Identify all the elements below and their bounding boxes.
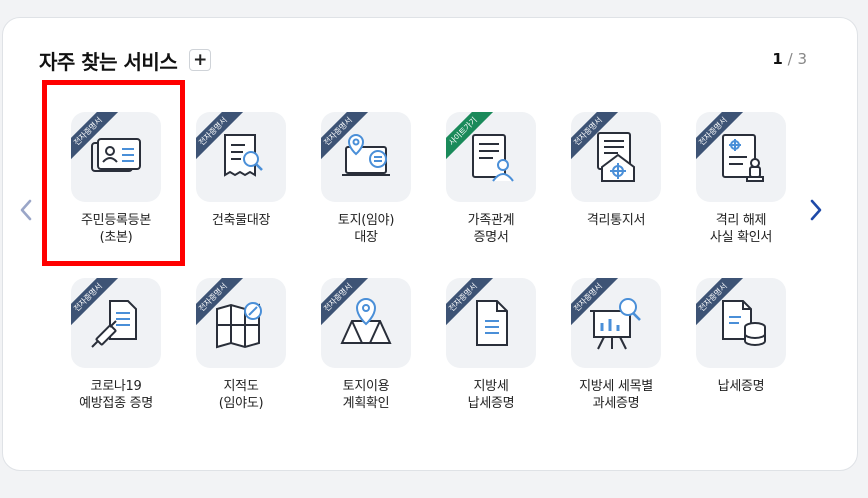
service-tile-local-tax[interactable]: 전자증명서 지방세 납세증명 (434, 278, 558, 458)
cadastral-map-icon (216, 302, 262, 349)
tile-icon-box: 전자증명서 (696, 112, 786, 202)
tile-label: 격리 해제 사실 확인서 (684, 212, 798, 246)
section-title: 자주 찾는 서비스 (39, 49, 178, 74)
tile-label-line2: 증명서 (473, 230, 509, 245)
tile-label: 토지(임야) 대장 (309, 212, 423, 246)
service-tile-quarantine-release[interactable]: 전자증명서 격리 해제 사실 확인서 (684, 112, 808, 292)
chevron-left-icon (20, 199, 32, 221)
tile-label-line2: (초본) (99, 230, 133, 245)
tile-label-line2: 납세증명 (467, 396, 515, 411)
service-tile-tax-by-item[interactable]: 전자증명서 지방세 세목별 과세증명 (559, 278, 683, 458)
service-tile-family-relation[interactable]: 사이트가기 가족관계 증명서 (434, 112, 558, 292)
page-separator: / (782, 50, 798, 68)
tile-label-line1: 가족관계 (467, 213, 515, 228)
tile-label-line1: 격리 해제 (715, 213, 767, 228)
tile-icon-box: 전자증명서 (196, 112, 286, 202)
tile-icon-box: 전자증명서 (446, 278, 536, 368)
tile-label: 가족관계 증명서 (434, 212, 548, 246)
service-tile-building-register[interactable]: 전자증명서 건축물대장 (184, 112, 308, 292)
service-tile-covid-vaccination[interactable]: 전자증명서 코로나19 예방접종 증명 (59, 278, 183, 458)
tile-label-line2: 대장 (354, 230, 378, 245)
tile-label-line1: 격리통지서 (586, 213, 646, 228)
id-card-icon (91, 138, 141, 172)
vaccination-icon (91, 300, 137, 348)
tile-icon-box: 전자증명서 (71, 278, 161, 368)
tile-label: 격리통지서 (559, 212, 673, 229)
tax-payment-icon (722, 300, 766, 346)
add-service-button[interactable]: + (189, 49, 212, 71)
tile-label-line2: 사실 확인서 (709, 230, 773, 245)
service-tile-cadastral-map[interactable]: 전자증명서 지적도 (임야도) (184, 278, 308, 458)
building-register-icon (224, 134, 263, 177)
tile-icon-box: 전자증명서 (321, 112, 411, 202)
quarantine-release-icon (722, 134, 764, 182)
tile-label-line2: 과세증명 (592, 396, 640, 411)
service-tile-resident-registration[interactable]: 전자증명서 주민등록등본 (초본) (59, 112, 183, 292)
land-use-plan-icon (340, 297, 392, 344)
tile-label: 납세증명 (684, 378, 798, 395)
tile-icon-box: 사이트가기 (446, 112, 536, 202)
tile-icon-box: 전자증명서 (196, 278, 286, 368)
chevron-right-icon (810, 199, 822, 221)
tile-label-line2: (임야도) (218, 396, 264, 411)
tile-label-line1: 지적도 (223, 379, 259, 394)
service-tile-quarantine-notice[interactable]: 전자증명서 격리통지서 (559, 112, 683, 292)
service-tile-land-use-plan[interactable]: 전자증명서 토지이용 계획확인 (309, 278, 433, 458)
tile-label: 지적도 (임야도) (184, 378, 298, 412)
tile-label: 지방세 세목별 과세증명 (559, 378, 673, 412)
tile-icon-box: 전자증명서 (696, 278, 786, 368)
tile-label-line1: 토지(임야) (337, 213, 395, 228)
tile-label-line2: 예방접종 증명 (79, 396, 153, 411)
page-total: 3 (797, 50, 807, 68)
service-tile-tax-payment[interactable]: 전자증명서 납세증명 (684, 278, 808, 458)
tile-label-line1: 건축물대장 (211, 213, 271, 228)
tile-label-line1: 토지이용 (342, 379, 390, 394)
tile-label: 토지이용 계획확인 (309, 378, 423, 412)
tile-label: 지방세 납세증명 (434, 378, 548, 412)
tile-label: 주민등록등본 (초본) (59, 212, 173, 246)
tile-label: 코로나19 예방접종 증명 (59, 378, 173, 412)
tile-icon-box: 전자증명서 (571, 112, 661, 202)
tile-icon-box: 전자증명서 (321, 278, 411, 368)
prev-page-button[interactable] (16, 196, 36, 224)
quarantine-notice-icon (597, 132, 635, 182)
tile-label-line1: 지방세 세목별 (579, 379, 653, 394)
local-tax-icon (476, 300, 508, 346)
tile-label-line1: 주민등록등본 (81, 213, 151, 228)
tile-label-line2: 계획확인 (342, 396, 390, 411)
family-relation-icon (472, 134, 514, 182)
tile-icon-box: 전자증명서 (571, 278, 661, 368)
tile-label-line1: 지방세 (473, 379, 509, 394)
tile-label: 건축물대장 (184, 212, 298, 229)
page-current: 1 (772, 50, 783, 68)
page-indicator: 1 / 3 (772, 50, 807, 68)
tile-icon-box: 전자증명서 (71, 112, 161, 202)
land-register-icon (342, 133, 390, 176)
tile-label-line1: 코로나19 (90, 379, 142, 394)
tax-item-icon (590, 298, 641, 350)
section-header: 자주 찾는 서비스 + (39, 45, 212, 75)
tile-label-line1: 납세증명 (717, 379, 765, 394)
service-tile-land-register[interactable]: 전자증명서 토지(임야) 대장 (309, 112, 433, 292)
next-page-button[interactable] (806, 196, 826, 224)
